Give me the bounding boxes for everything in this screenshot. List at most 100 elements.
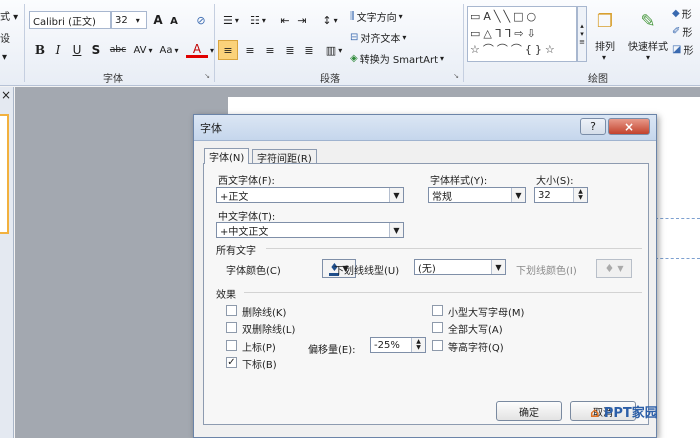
text-direction-button[interactable]: ⫼ 文字方向 ▾ (350, 8, 422, 24)
pen-icon: ✐ (672, 25, 681, 37)
chevron-down-icon: ▾ (398, 11, 403, 21)
tab-character-spacing[interactable]: 字符间距(R) (252, 149, 317, 165)
align-text-button[interactable]: ⊟ 对齐文本 ▾ (350, 29, 422, 45)
divider (266, 248, 642, 249)
shadow-button[interactable]: S (89, 42, 103, 58)
asian-font-select[interactable]: +中文正文 ▼ (216, 222, 404, 238)
size-spinner[interactable]: 32 ▲ ▼ (534, 187, 588, 203)
font-name-combo[interactable]: Calibri (正文) (29, 11, 111, 29)
superscript-checkbox[interactable] (226, 340, 237, 351)
close-icon[interactable]: × (0, 88, 12, 102)
font-dialog: 字体 ? × 字体(N) 字符间距(R) 西文字体(F): +正文 ▼ 字体样式(… (193, 114, 657, 438)
group-label-font: 字体 (103, 74, 123, 85)
dialog-launcher-icon[interactable]: ↘ (452, 72, 460, 80)
all-caps-checkbox[interactable] (432, 322, 443, 333)
increase-indent-icon[interactable]: ⇥ (295, 11, 309, 29)
chevron-down-icon[interactable]: ▾ (638, 52, 658, 62)
double-strikethrough-label: 双删除线(L) (242, 325, 296, 336)
cut-button-1[interactable]: 式 ▾ (0, 8, 18, 23)
align-left-button[interactable]: ≡ (218, 40, 238, 60)
grow-font-button[interactable]: A (151, 11, 165, 29)
dialog-title: 字体 (200, 121, 222, 135)
offset-label: 偏移量(E): (308, 345, 356, 356)
distributed-button[interactable]: ≣ (300, 40, 318, 60)
character-spacing-button[interactable]: AV ▾ (131, 42, 155, 58)
chevron-down-icon: ▾ (338, 45, 343, 55)
shapes-row-icon: ☆⌒⌒⌒{}☆ (470, 43, 558, 57)
line-spacing-button[interactable]: ↕ ▾ (318, 11, 342, 29)
tab-font[interactable]: 字体(N) (204, 148, 250, 164)
small-caps-checkbox[interactable] (432, 305, 443, 316)
group-label-paragraph: 段落 (320, 74, 340, 85)
underline-style-label: 下划线线型(U) (334, 266, 400, 277)
bold-button[interactable]: B (33, 42, 47, 58)
convert-smartart-button[interactable]: ◈ 转换为 SmartArt ▾ (350, 50, 460, 66)
align-right-button[interactable]: ≡ (261, 40, 279, 60)
shape-outline-button[interactable]: ✐ 形 (672, 24, 700, 39)
latin-font-label: 西文字体(F): (218, 176, 275, 187)
shapes-row-icon: ▭△ᒣᒣ⇨⇩ (470, 26, 539, 40)
chevron-down-icon: ▼ (491, 260, 505, 274)
numbering-button[interactable]: ☷ ▾ (246, 11, 270, 29)
dialog-launcher-icon[interactable]: ↘ (203, 72, 211, 80)
close-button[interactable]: × (608, 118, 650, 135)
cut-button-2[interactable]: 设 (0, 30, 10, 45)
effects-icon: ◪ (672, 43, 682, 55)
slide-thumbnail[interactable] (0, 114, 9, 234)
shapes-gallery[interactable]: ▭A╲╲□○ ▭△ᒣᒣ⇨⇩ ☆⌒⌒⌒{}☆ (467, 6, 577, 62)
all-text-label: 所有文字 (216, 246, 256, 257)
quick-styles-icon[interactable]: ✎ (634, 4, 662, 38)
strikethrough-button[interactable]: abc (107, 42, 129, 58)
font-style-select[interactable]: 常规 ▼ (428, 187, 526, 203)
ribbon: 式 ▾ 设 ▾ Calibri (正文) 32 ▾ A A ⊘ B I U S a… (0, 0, 700, 86)
underline-button[interactable]: U (70, 42, 84, 58)
shape-fill-button[interactable]: ◆ 形 (672, 6, 700, 21)
strikethrough-checkbox[interactable] (226, 305, 237, 316)
arrange-icon[interactable]: ❐ (590, 4, 620, 38)
help-button[interactable]: ? (580, 118, 606, 135)
chevron-down-icon[interactable]: ▾ (594, 52, 614, 62)
arrange-button[interactable]: 排列 (590, 38, 620, 53)
bullets-button[interactable]: ☰ ▾ (219, 11, 243, 29)
quick-styles-button[interactable]: 快速样式 (624, 38, 672, 53)
chevron-down-icon: ▾ (580, 30, 584, 38)
decrease-indent-icon[interactable]: ⇤ (278, 11, 292, 29)
subscript-checkbox[interactable]: ✓ (226, 357, 237, 368)
more-icon: ≡ (579, 38, 585, 46)
shape-effects-button[interactable]: ◪ 形 (672, 42, 700, 57)
underline-color-picker[interactable]: ♦ ▼ (596, 259, 632, 278)
placeholder-border (655, 218, 700, 219)
house-icon: ⌂ (590, 406, 600, 421)
equalize-height-label: 等高字符(Q) (448, 343, 504, 354)
equalize-height-checkbox[interactable] (432, 340, 443, 351)
chevron-down-icon: ▼ (389, 223, 403, 237)
spinner-arrows-icon: ▲ ▼ (411, 338, 425, 352)
double-strikethrough-checkbox[interactable] (226, 322, 237, 333)
subscript-label: 下标(B) (242, 360, 277, 371)
columns-button[interactable]: ▥ ▾ (322, 40, 346, 60)
align-center-button[interactable]: ≡ (241, 40, 259, 60)
latin-font-select[interactable]: +正文 ▼ (216, 187, 404, 203)
small-caps-label: 小型大写字母(M) (448, 308, 525, 319)
align-text-icon: ⊟ (350, 31, 359, 43)
change-case-button[interactable]: Aa ▾ (157, 42, 181, 58)
tab-panel: 西文字体(F): +正文 ▼ 字体样式(Y): 常规 ▼ 大小(S): 32 ▲ ▼ 中… (203, 163, 649, 425)
justify-button[interactable]: ≣ (281, 40, 299, 60)
underline-color-label: 下划线颜色(I) (516, 266, 577, 277)
all-caps-label: 全部大写(A) (448, 325, 503, 336)
paint-bucket-icon: ♦ (604, 262, 615, 275)
font-color-button[interactable]: A (186, 42, 208, 58)
gallery-scroll[interactable]: ▴ ▾ ≡ (577, 6, 587, 62)
chevron-down-icon: ▼ (617, 264, 624, 273)
chevron-down-icon: ▾ (261, 15, 266, 25)
underline-style-select[interactable]: (无) ▼ (414, 259, 506, 275)
chevron-down-icon: ▾ (234, 15, 239, 25)
font-size-combo[interactable]: 32 ▾ (111, 11, 147, 29)
chevron-down-icon: ▾ (174, 45, 179, 55)
ok-button[interactable]: 确定 (496, 401, 562, 421)
shrink-font-button[interactable]: A (167, 13, 181, 29)
cut-button-3[interactable]: ▾ (2, 52, 7, 63)
clear-format-icon[interactable]: ⊘ (190, 11, 212, 29)
offset-spinner[interactable]: -25% ▲ ▼ (370, 337, 426, 353)
italic-button[interactable]: I (51, 42, 65, 58)
